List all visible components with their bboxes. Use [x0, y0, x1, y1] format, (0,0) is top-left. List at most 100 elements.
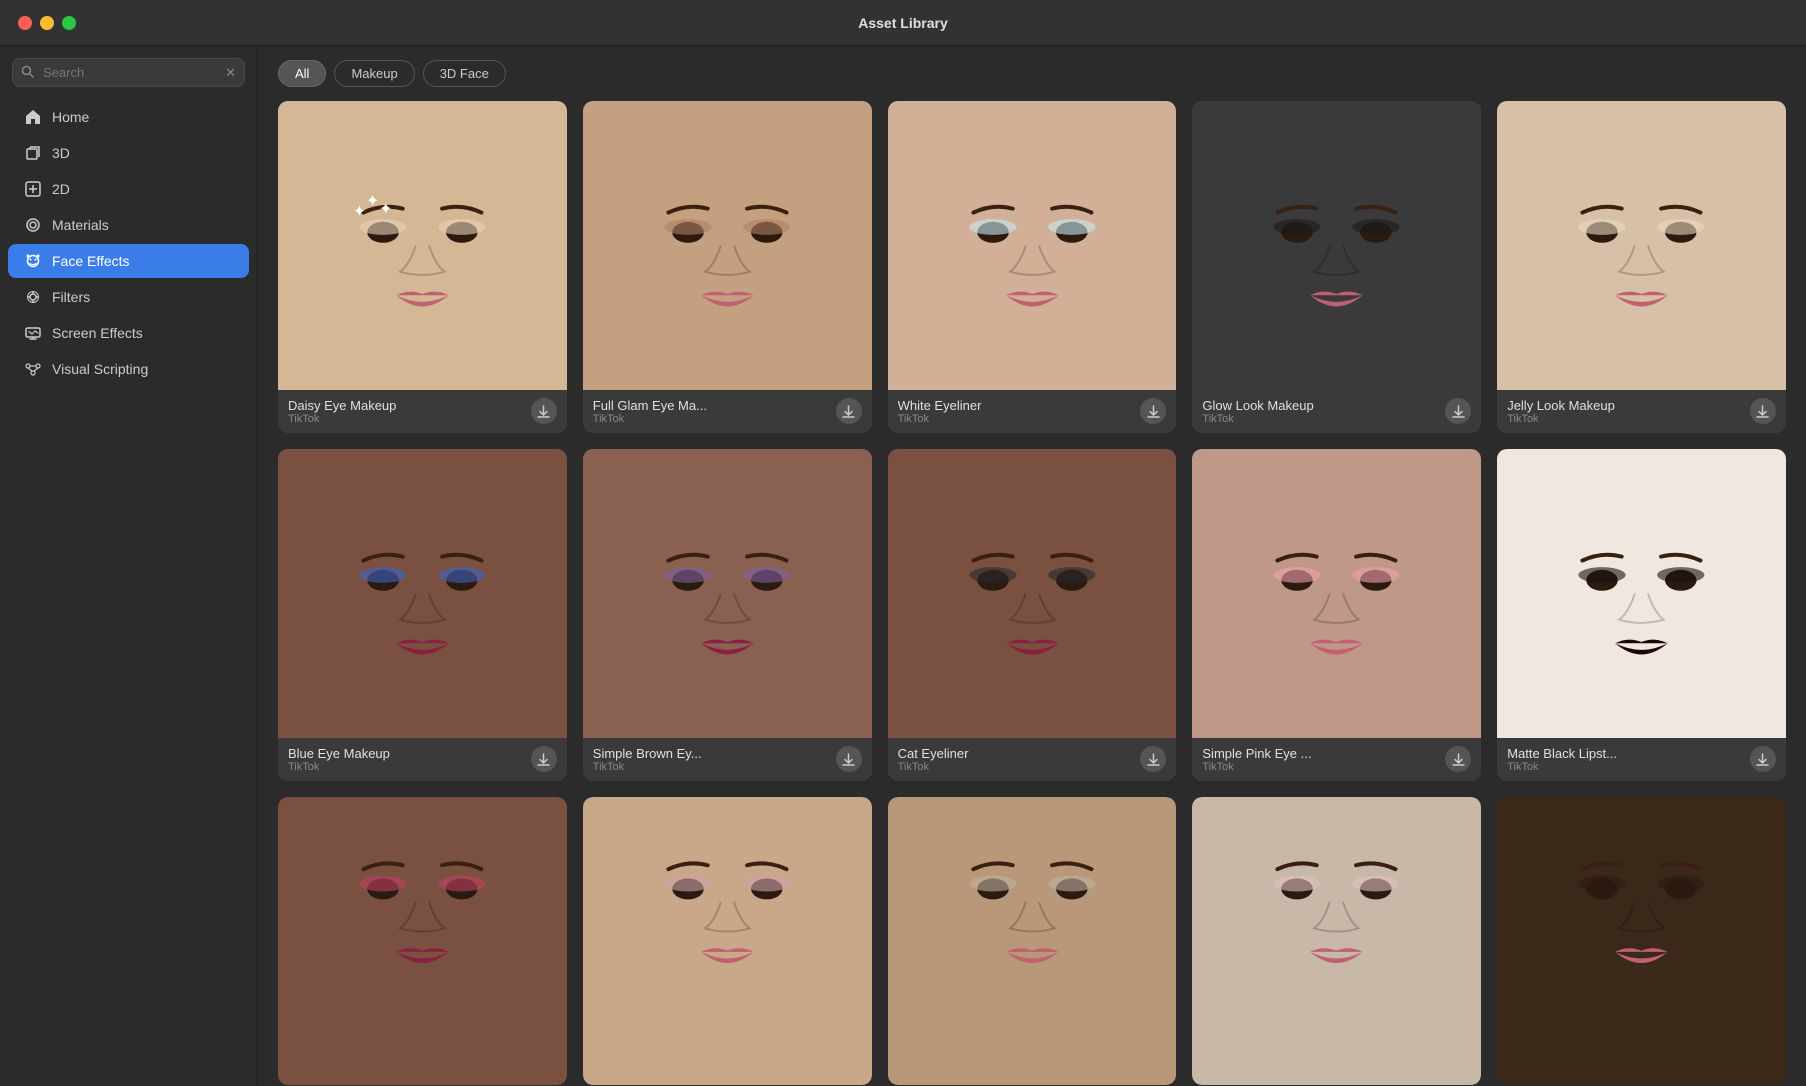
fullscreen-button[interactable] — [62, 16, 76, 30]
card-name: Full Glam Eye Ma... — [593, 398, 830, 413]
card-source: TikTok — [898, 413, 1135, 425]
asset-card[interactable]: Jelly Look MakeupTikTok — [1497, 101, 1786, 433]
face-illustration — [888, 797, 1177, 1086]
asset-card[interactable] — [278, 797, 567, 1086]
traffic-lights — [18, 16, 76, 30]
sidebar-item-face-effects[interactable]: Face Effects — [8, 244, 249, 278]
card-image — [888, 797, 1177, 1086]
card-source: TikTok — [593, 761, 830, 773]
sidebar-item-visual-scripting-label: Visual Scripting — [52, 361, 148, 377]
minimize-button[interactable] — [40, 16, 54, 30]
visual-scripting-icon — [24, 360, 42, 378]
grid-container[interactable]: ✦✦✦Daisy Eye MakeupTikTok Full Glam Eye M… — [258, 101, 1806, 1086]
sidebar-item-home[interactable]: Home — [8, 100, 249, 134]
face-illustration — [1192, 797, 1481, 1086]
face-effects-icon — [24, 252, 42, 270]
card-name: Simple Pink Eye ... — [1202, 746, 1439, 761]
card-text: Matte Black Lipst...TikTok — [1507, 746, 1744, 773]
download-button[interactable] — [1750, 746, 1776, 772]
card-image — [888, 449, 1177, 738]
card-image — [1497, 101, 1786, 390]
card-text: Jelly Look MakeupTikTok — [1507, 398, 1744, 425]
3d-icon — [24, 144, 42, 162]
download-button[interactable] — [1445, 398, 1471, 424]
card-image — [278, 449, 567, 738]
card-info: Full Glam Eye Ma...TikTok — [583, 390, 872, 433]
title-bar: Asset Library — [0, 0, 1806, 46]
card-source: TikTok — [593, 413, 830, 425]
card-image — [1192, 101, 1481, 390]
sidebar-item-3d[interactable]: 3D — [8, 136, 249, 170]
asset-card[interactable]: Simple Brown Ey...TikTok — [583, 449, 872, 781]
search-input[interactable] — [12, 58, 245, 87]
download-button[interactable] — [1750, 398, 1776, 424]
card-name: Jelly Look Makeup — [1507, 398, 1744, 413]
card-source: TikTok — [1507, 413, 1744, 425]
card-text: Glow Look MakeupTikTok — [1202, 398, 1439, 425]
card-source: TikTok — [288, 761, 525, 773]
card-name: Simple Brown Ey... — [593, 746, 830, 761]
download-button[interactable] — [836, 398, 862, 424]
asset-card[interactable]: Cat EyelinerTikTok — [888, 449, 1177, 781]
asset-card[interactable]: Simple Pink Eye ...TikTok — [1192, 449, 1481, 781]
window-title: Asset Library — [858, 15, 947, 31]
filter-btn-all[interactable]: All — [278, 60, 326, 87]
sidebar-item-2d-label: 2D — [52, 181, 70, 197]
asset-card[interactable] — [583, 797, 872, 1086]
search-icon — [21, 65, 34, 81]
download-button[interactable] — [1140, 398, 1166, 424]
asset-card[interactable]: Full Glam Eye Ma...TikTok — [583, 101, 872, 433]
card-image — [1497, 797, 1786, 1086]
asset-card[interactable]: Blue Eye MakeupTikTok — [278, 449, 567, 781]
home-icon — [24, 108, 42, 126]
svg-text:✦: ✦ — [366, 193, 379, 210]
card-source: TikTok — [898, 761, 1135, 773]
sidebar-item-screen-effects[interactable]: Screen Effects — [8, 316, 249, 350]
card-name: Glow Look Makeup — [1202, 398, 1439, 413]
search-clear-icon[interactable]: ✕ — [225, 65, 236, 81]
face-illustration — [888, 101, 1177, 390]
sidebar-item-materials[interactable]: Materials — [8, 208, 249, 242]
asset-card[interactable]: ✦✦✦Daisy Eye MakeupTikTok — [278, 101, 567, 433]
card-text: Simple Brown Ey...TikTok — [593, 746, 830, 773]
download-button[interactable] — [531, 746, 557, 772]
asset-card[interactable] — [1497, 797, 1786, 1086]
sidebar-item-filters[interactable]: Filters — [8, 280, 249, 314]
asset-card[interactable] — [888, 797, 1177, 1086]
download-button[interactable] — [836, 746, 862, 772]
card-image — [1497, 449, 1786, 738]
sidebar-item-visual-scripting[interactable]: Visual Scripting — [8, 352, 249, 386]
card-info: Simple Brown Ey...TikTok — [583, 738, 872, 781]
screen-effects-icon — [24, 324, 42, 342]
face-illustration — [278, 449, 567, 738]
face-illustration — [1497, 797, 1786, 1086]
face-illustration — [583, 449, 872, 738]
filter-btn-makeup[interactable]: Makeup — [334, 60, 414, 87]
sidebar-item-home-label: Home — [52, 109, 89, 125]
svg-text:✦: ✦ — [379, 201, 392, 218]
card-info: Cat EyelinerTikTok — [888, 738, 1177, 781]
face-illustration — [888, 449, 1177, 738]
svg-text:✦: ✦ — [353, 204, 366, 221]
card-image — [1192, 449, 1481, 738]
asset-card[interactable] — [1192, 797, 1481, 1086]
close-button[interactable] — [18, 16, 32, 30]
asset-card[interactable]: Glow Look MakeupTikTok — [1192, 101, 1481, 433]
asset-card[interactable]: White EyelinerTikTok — [888, 101, 1177, 433]
card-text: Full Glam Eye Ma...TikTok — [593, 398, 830, 425]
2d-icon — [24, 180, 42, 198]
download-button[interactable] — [531, 398, 557, 424]
download-button[interactable] — [1140, 746, 1166, 772]
card-image — [583, 449, 872, 738]
face-illustration — [1192, 101, 1481, 390]
download-button[interactable] — [1445, 746, 1471, 772]
card-name: Blue Eye Makeup — [288, 746, 525, 761]
card-text: Cat EyelinerTikTok — [898, 746, 1135, 773]
asset-card[interactable]: Matte Black Lipst...TikTok — [1497, 449, 1786, 781]
main-layout: ✕ Home 3D — [0, 46, 1806, 1086]
card-source: TikTok — [1202, 413, 1439, 425]
filter-btn-3d-face[interactable]: 3D Face — [423, 60, 506, 87]
sidebar-item-2d[interactable]: 2D — [8, 172, 249, 206]
face-illustration: ✦✦✦ — [278, 101, 567, 390]
card-name: White Eyeliner — [898, 398, 1135, 413]
